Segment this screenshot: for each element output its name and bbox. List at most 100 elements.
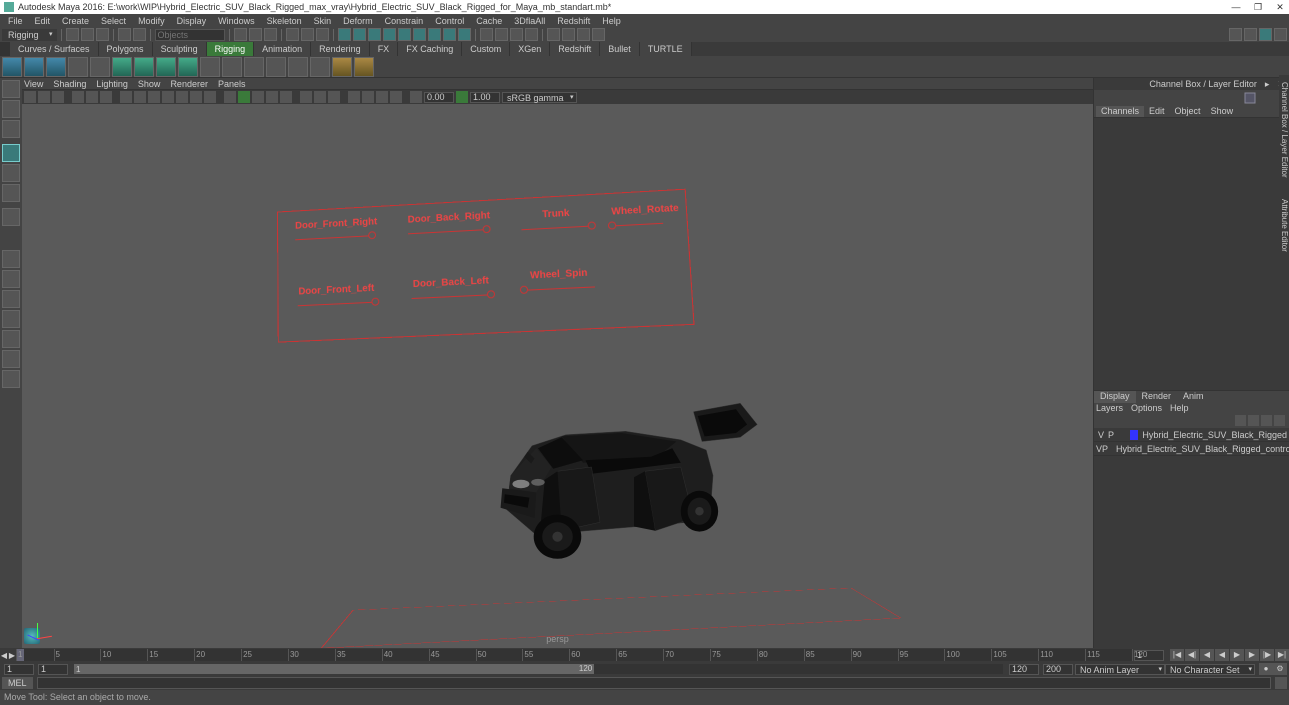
snap-toggle-6-icon[interactable] xyxy=(413,28,426,41)
snap-toggle-4-icon[interactable] xyxy=(383,28,396,41)
snap-toggle-3-icon[interactable] xyxy=(368,28,381,41)
layout-four-icon[interactable] xyxy=(2,270,20,288)
exposure-input[interactable] xyxy=(424,92,454,103)
shelf-ik-spline-icon[interactable] xyxy=(46,57,66,77)
menu-3dflaall[interactable]: 3DflaAll xyxy=(508,16,551,26)
menu-cache[interactable]: Cache xyxy=(470,16,508,26)
layer-row[interactable]: V P Hybrid_Electric_SUV_Black_Rigged_con… xyxy=(1094,442,1289,456)
menu-display[interactable]: Display xyxy=(171,16,213,26)
shelf-skin-icon[interactable] xyxy=(68,57,88,77)
anim-layer-dropdown[interactable]: No Anim Layer xyxy=(1075,664,1165,675)
shelf-tab-custom[interactable]: Custom xyxy=(462,42,510,56)
shelf-humanik-2-icon[interactable] xyxy=(354,57,374,77)
play-back-button[interactable]: ◀ xyxy=(1215,649,1229,661)
prefs-button[interactable]: ⚙ xyxy=(1273,663,1287,675)
layout-hypershade-icon[interactable] xyxy=(2,350,20,368)
range-slider-track[interactable]: 1 120 xyxy=(74,664,1003,674)
door-back-left-slider[interactable] xyxy=(412,294,491,299)
select-by-object-icon[interactable] xyxy=(249,28,262,41)
shelf-joint-icon[interactable] xyxy=(2,57,22,77)
vp-lock-camera-icon[interactable] xyxy=(38,91,50,103)
layer-menu-help[interactable]: Help xyxy=(1170,403,1189,415)
maximize-button[interactable]: ❐ xyxy=(1253,2,1263,12)
layout-custom-icon[interactable] xyxy=(2,370,20,388)
misc-icon-2[interactable] xyxy=(562,28,575,41)
misc-icon-3[interactable] xyxy=(577,28,590,41)
menu-constrain[interactable]: Constrain xyxy=(379,16,430,26)
vp-gamma-icon[interactable] xyxy=(456,91,468,103)
snap-toggle-5-icon[interactable] xyxy=(398,28,411,41)
undo-icon[interactable] xyxy=(118,28,131,41)
vp-safe-action-icon[interactable] xyxy=(190,91,202,103)
open-scene-icon[interactable] xyxy=(81,28,94,41)
channel-tab-channels[interactable]: Channels xyxy=(1096,106,1144,117)
vp-lights-icon[interactable] xyxy=(266,91,278,103)
vp-grease-icon[interactable] xyxy=(100,91,112,103)
layer-display-type[interactable]: P xyxy=(1106,430,1116,440)
vp-xray-joints-icon[interactable] xyxy=(328,91,340,103)
side-tab-attribute-editor[interactable]: Attribute Editor xyxy=(1279,190,1289,260)
shelf-humanik-1-icon[interactable] xyxy=(332,57,352,77)
layer-move-up-icon[interactable] xyxy=(1235,415,1246,426)
render-icon[interactable] xyxy=(495,28,508,41)
sidebar-toggle-3-icon[interactable] xyxy=(1259,28,1272,41)
shelf-blend-icon[interactable] xyxy=(156,57,176,77)
menu-create[interactable]: Create xyxy=(56,16,95,26)
snap-toggle-2-icon[interactable] xyxy=(353,28,366,41)
close-button[interactable]: ✕ xyxy=(1275,2,1285,12)
shelf-constraint-1-icon[interactable] xyxy=(200,57,220,77)
play-forward-button[interactable]: ▶ xyxy=(1230,649,1244,661)
vp-resolution-gate-icon[interactable] xyxy=(148,91,160,103)
shelf-constraint-5-icon[interactable] xyxy=(288,57,308,77)
vp-wireframe-icon[interactable] xyxy=(224,91,236,103)
step-forward-button[interactable]: ▶ xyxy=(1245,649,1259,661)
save-scene-icon[interactable] xyxy=(96,28,109,41)
menu-control[interactable]: Control xyxy=(429,16,470,26)
vp-ao-icon[interactable] xyxy=(348,91,360,103)
shelf-tab-redshift[interactable]: Redshift xyxy=(550,42,600,56)
vp-bookmark-icon[interactable] xyxy=(52,91,64,103)
shelf-tab-rendering[interactable]: Rendering xyxy=(311,42,370,56)
panel-collapse-icon[interactable]: ▸ xyxy=(1265,79,1270,90)
layer-new-empty-icon[interactable] xyxy=(1261,415,1272,426)
layer-menu-layers[interactable]: Layers xyxy=(1096,403,1123,415)
vp-isolate-icon[interactable] xyxy=(300,91,312,103)
select-tool-icon[interactable] xyxy=(2,80,20,98)
range-start-input[interactable] xyxy=(38,664,68,675)
vp-field-chart-icon[interactable] xyxy=(176,91,188,103)
channel-tab-show[interactable]: Show xyxy=(1206,106,1239,117)
go-start-button[interactable]: |◀ xyxy=(1170,649,1184,661)
step-back-key-button[interactable]: ◀| xyxy=(1185,649,1199,661)
shelf-bind-icon[interactable] xyxy=(90,57,110,77)
shelf-constraint-3-icon[interactable] xyxy=(244,57,264,77)
menu-modify[interactable]: Modify xyxy=(132,16,171,26)
door-front-right-slider[interactable] xyxy=(295,235,372,240)
script-language-label[interactable]: MEL xyxy=(2,677,33,689)
module-dropdown[interactable]: Rigging xyxy=(2,29,57,41)
vp-aa-icon[interactable] xyxy=(376,91,388,103)
vp-gate-mask-icon[interactable] xyxy=(162,91,174,103)
new-scene-icon[interactable] xyxy=(66,28,79,41)
misc-icon-1[interactable] xyxy=(547,28,560,41)
viewcube-mini-icon[interactable] xyxy=(1243,91,1257,105)
command-input[interactable] xyxy=(37,677,1271,689)
rotate-tool-icon[interactable] xyxy=(2,164,20,182)
select-by-hierarchy-icon[interactable] xyxy=(234,28,247,41)
viewport-menu-shading[interactable]: Shading xyxy=(53,79,86,89)
layer-move-down-icon[interactable] xyxy=(1248,415,1259,426)
menu-select[interactable]: Select xyxy=(95,16,132,26)
shelf-tab-curves-surfaces[interactable]: Curves / Surfaces xyxy=(10,42,99,56)
construction-history-icon[interactable] xyxy=(480,28,493,41)
last-tool-icon[interactable] xyxy=(2,208,20,226)
ruler-right-arrow-icon[interactable]: ▶ xyxy=(8,651,16,660)
shelf-tab-sculpting[interactable]: Sculpting xyxy=(153,42,207,56)
redo-icon[interactable] xyxy=(133,28,146,41)
side-tab-channel-box[interactable]: Channel Box / Layer Editor xyxy=(1279,75,1289,185)
layer-tab-anim[interactable]: Anim xyxy=(1177,391,1210,403)
snap-grid-icon[interactable] xyxy=(286,28,299,41)
script-editor-icon[interactable] xyxy=(1275,677,1287,689)
sidebar-toggle-4-icon[interactable] xyxy=(1274,28,1287,41)
ruler-left-arrow-icon[interactable]: ◀ xyxy=(0,651,8,660)
layer-row[interactable]: V P Hybrid_Electric_SUV_Black_Rigged xyxy=(1094,428,1289,442)
go-end-button[interactable]: ▶| xyxy=(1275,649,1289,661)
